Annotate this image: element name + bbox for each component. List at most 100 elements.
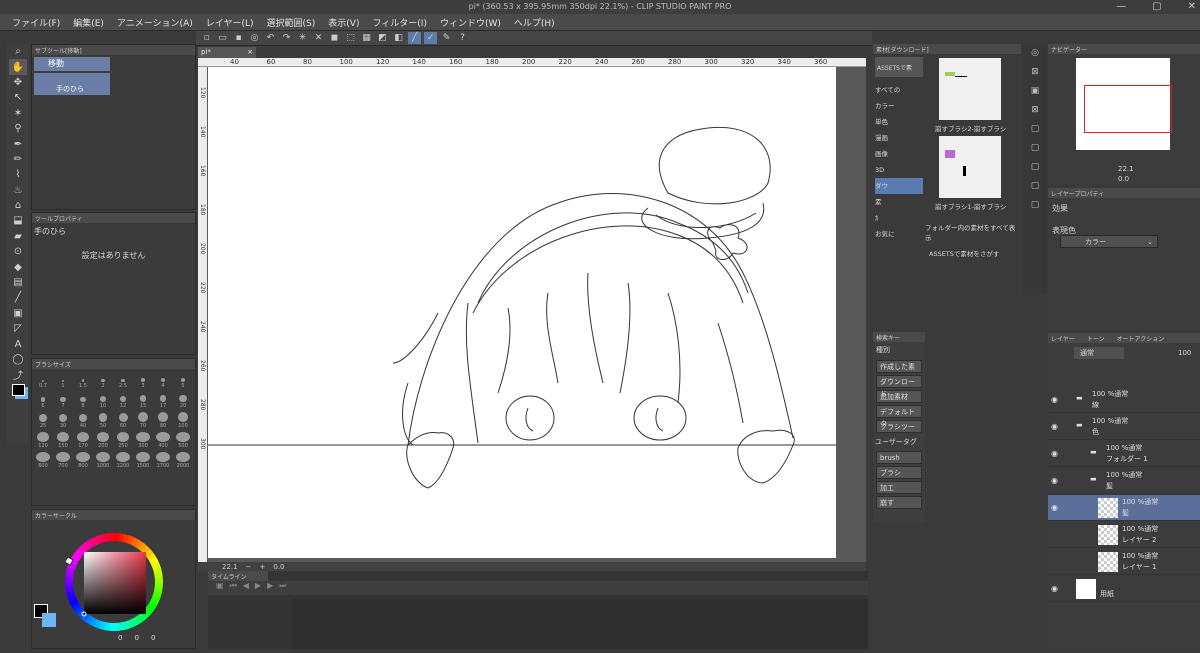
close-button[interactable]: ✕ xyxy=(1188,0,1196,14)
correct-line-tool-icon[interactable]: ⤴ xyxy=(9,367,27,382)
fill-icon[interactable]: ◼ xyxy=(328,32,341,44)
brush-size-cell[interactable]: 150 xyxy=(53,432,73,449)
assets-search-link[interactable]: ASSETSで素材をさがす xyxy=(929,248,999,258)
menu-filter[interactable]: フィルター(I) xyxy=(372,16,427,29)
color-wheel[interactable] xyxy=(32,520,197,650)
menu-file[interactable]: ファイル(F) xyxy=(12,16,60,29)
visibility-eye-icon[interactable]: ◉ xyxy=(1051,476,1058,485)
brush-size-cell[interactable]: 1 xyxy=(53,372,73,389)
menu-edit[interactable]: 編集(E) xyxy=(73,16,104,29)
layer-row[interactable]: ◉ 用紙 xyxy=(1048,576,1200,602)
blend-mode-select[interactable]: 通常 xyxy=(1074,347,1124,359)
crop-icon[interactable]: ◧ xyxy=(392,32,405,44)
brush-size-cell[interactable]: 2 xyxy=(93,372,113,389)
timeline-track[interactable] xyxy=(292,599,868,649)
tree-manga[interactable]: 漫画 xyxy=(875,130,923,146)
brush-size-cell[interactable]: 15 xyxy=(133,392,153,409)
brush-size-cell[interactable]: 20 xyxy=(173,392,193,409)
zoom-readout[interactable]: 22.1 xyxy=(222,563,238,571)
brush-size-cell[interactable]: 5 xyxy=(173,372,193,389)
auto-action-tab[interactable]: オートアクション xyxy=(1117,334,1165,343)
gradient-tool-icon[interactable]: ▤ xyxy=(9,275,27,290)
tag-brush-jp[interactable]: ブラシ xyxy=(876,466,922,479)
brush-size-cell[interactable]: 7 xyxy=(53,392,73,409)
tag-process[interactable]: 加工 xyxy=(876,481,922,494)
hand-tool-icon[interactable]: ✋ xyxy=(9,59,27,75)
navigator-zoom[interactable]: 22.1 xyxy=(1118,165,1134,173)
brush-size-cell[interactable]: 700 xyxy=(53,452,73,469)
blend-tool-icon[interactable]: ⊙ xyxy=(9,244,27,259)
timeline-next-icon[interactable]: ▶ xyxy=(267,581,273,595)
tree-download[interactable]: ダウ xyxy=(875,178,923,194)
layer-row[interactable]: 100 %通常 レイヤー 2 xyxy=(1048,522,1200,548)
hue-segment[interactable] xyxy=(108,533,115,542)
open-icon[interactable]: ▭ xyxy=(216,32,229,44)
tree-all[interactable]: すべての xyxy=(875,82,923,98)
new-file-icon[interactable]: ▫ xyxy=(200,32,213,44)
snap-ruler-icon[interactable]: ╱ xyxy=(408,32,421,44)
tree-image[interactable]: 画像 xyxy=(875,146,923,162)
sub-color-chip[interactable] xyxy=(42,613,56,627)
brush-size-cell[interactable]: 40 xyxy=(73,412,93,429)
brush-size-cell[interactable]: 12 xyxy=(113,392,133,409)
tag-brush[interactable]: brush xyxy=(876,451,922,464)
tree-favorites[interactable]: お気に xyxy=(875,226,923,242)
brush-size-cell[interactable]: 1.5 xyxy=(73,372,93,389)
canvas-area[interactable] xyxy=(198,58,866,562)
layer-row[interactable]: ◉ ▬ 100 %通常線 xyxy=(1048,387,1200,413)
menu-help[interactable]: ヘルプ(H) xyxy=(514,16,555,29)
figure-tool-icon[interactable]: ╱ xyxy=(9,290,27,305)
brush-size-cell[interactable]: 70 xyxy=(133,412,153,429)
menu-view[interactable]: 表示(V) xyxy=(328,16,359,29)
brush-size-cell[interactable]: 80 xyxy=(153,412,173,429)
intermediate-icon[interactable]: ▢ xyxy=(1031,181,1040,191)
sub-view-icon[interactable]: ⊠ xyxy=(1031,67,1039,77)
brush-size-cell[interactable]: 120 xyxy=(33,432,53,449)
brush-size-cell[interactable]: 30 xyxy=(53,412,73,429)
undo-icon[interactable]: ↶ xyxy=(264,32,277,44)
menu-layer[interactable]: レイヤー(L) xyxy=(206,16,254,29)
tone-tab[interactable]: トーン xyxy=(1087,334,1105,343)
layer-tab[interactable]: レイヤー xyxy=(1051,334,1075,343)
layer-row[interactable]: ◉ 100 %通常髪 xyxy=(1048,495,1200,521)
hue-segment[interactable] xyxy=(154,576,163,583)
navigator-preview[interactable] xyxy=(1076,58,1172,150)
brush-size-cell[interactable]: 1700 xyxy=(153,452,173,469)
eraser-tool-icon[interactable]: ▰ xyxy=(9,229,27,244)
brush-size-cell[interactable]: 800 xyxy=(73,452,93,469)
navigator-tab-icon[interactable]: ◎ xyxy=(1031,48,1039,58)
search-btn-added[interactable]: 追加素材 xyxy=(876,390,922,403)
timeline-new-icon[interactable]: ▣ xyxy=(216,581,224,595)
visibility-eye-icon[interactable]: ◉ xyxy=(1051,395,1058,404)
deselect-icon[interactable]: ▦ xyxy=(360,32,373,44)
clear-icon[interactable]: ✕ xyxy=(312,32,325,44)
hue-segment[interactable] xyxy=(113,622,120,631)
main-color-swatch[interactable] xyxy=(9,383,27,398)
mix-color-icon[interactable]: ▢ xyxy=(1031,162,1040,172)
airbrush-tool-icon[interactable]: ♨ xyxy=(9,183,27,198)
tab-close-icon[interactable]: × xyxy=(247,47,253,58)
menu-animation[interactable]: アニメーション(A) xyxy=(117,16,193,29)
tree-mono[interactable]: 単色 xyxy=(875,114,923,130)
search-btn-download[interactable]: ダウンロード xyxy=(876,375,922,398)
brush-size-cell[interactable]: 8 xyxy=(73,392,93,409)
help-icon[interactable]: ? xyxy=(456,32,469,44)
pen-pressure-icon[interactable]: ✎ xyxy=(440,32,453,44)
color-set-icon[interactable]: ▢ xyxy=(1031,124,1040,134)
tree-sub1[interactable]: 素 xyxy=(875,194,923,210)
decoration-tool-icon[interactable]: ⌂ xyxy=(9,198,27,213)
pen-tool-icon[interactable]: ✒ xyxy=(9,136,27,151)
brush-size-cell[interactable]: 60 xyxy=(113,412,133,429)
save-icon[interactable]: ▪ xyxy=(232,32,245,44)
brush-size-cell[interactable]: 100 xyxy=(173,412,193,429)
balloon-tool-icon[interactable]: ◯ xyxy=(9,352,27,367)
brush-size-cell[interactable]: 2000 xyxy=(173,452,193,469)
brush-size-cell[interactable]: 250 xyxy=(113,432,133,449)
tree-3d[interactable]: 3D xyxy=(875,162,923,178)
canvas-paper[interactable] xyxy=(208,63,836,558)
brush-size-cell[interactable]: 6 xyxy=(33,392,53,409)
brush-tool-icon[interactable]: ⌇ xyxy=(9,167,27,182)
operation-tool-icon[interactable]: ↖ xyxy=(9,90,27,105)
search-btn-created[interactable]: 作成した素 xyxy=(876,360,922,373)
rotate-readout[interactable]: 0.0 xyxy=(273,563,284,571)
